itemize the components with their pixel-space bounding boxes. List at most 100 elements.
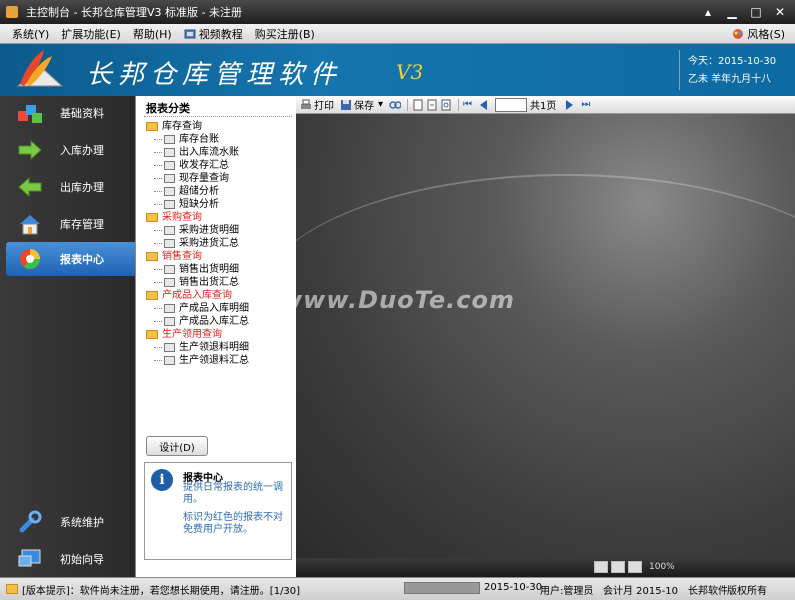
menu-help[interactable]: 帮助(H)	[127, 26, 178, 42]
export-icon[interactable]	[426, 99, 438, 111]
leaf-label: 收发存汇总	[179, 160, 229, 171]
print-button[interactable]: 打印	[300, 97, 334, 112]
prev-page-icon[interactable]	[480, 99, 488, 110]
tree-folder[interactable]: 销售查询	[146, 250, 249, 263]
last-page-icon[interactable]: ⏭	[581, 99, 590, 110]
zoom-icon[interactable]	[440, 99, 452, 111]
folder-icon	[146, 330, 158, 339]
nav-label: 系统维护	[60, 516, 104, 529]
leaf-label: 销售出货汇总	[179, 277, 239, 288]
folder-label: 采购查询	[162, 212, 202, 223]
leaf-label: 生产领退料汇总	[179, 355, 249, 366]
report-icon	[164, 174, 175, 183]
maximize-button[interactable]: □	[745, 3, 767, 21]
tree-leaf[interactable]: 库存台账	[146, 133, 249, 146]
tree-leaf[interactable]: 现存量查询	[146, 172, 249, 185]
tree-leaf[interactable]: 采购进货汇总	[146, 237, 249, 250]
style-menu[interactable]: 风格(S)	[732, 26, 785, 42]
save-button[interactable]: 保存 ▾	[340, 97, 383, 112]
folder-icon	[146, 213, 158, 222]
banner-divider	[679, 50, 680, 90]
fit-width-icon[interactable]	[594, 561, 608, 573]
report-icon	[164, 187, 175, 196]
nav-item-init-wizard[interactable]: 初始向导	[6, 542, 135, 576]
report-icon	[164, 148, 175, 157]
find-icon[interactable]	[389, 99, 402, 111]
menu-video-tutorial[interactable]: 视频教程	[178, 26, 249, 42]
folder-icon	[146, 122, 158, 131]
view-controls: 100%	[594, 561, 675, 573]
single-page-icon[interactable]	[611, 561, 625, 573]
report-icon	[164, 135, 175, 144]
page-number-input[interactable]	[495, 97, 528, 112]
nav-item-inventory[interactable]: 库存管理	[6, 207, 135, 241]
nav-item-basic-data[interactable]: 基础资料	[6, 96, 135, 130]
tree-leaf[interactable]: 采购进货明细	[146, 224, 249, 237]
report-icon	[164, 317, 175, 326]
tree-leaf[interactable]: 生产领退料汇总	[146, 354, 249, 367]
info-box: i 报表中心 提供日常报表的统一调用。 标识为红色的报表不对免费用户开放。	[144, 462, 292, 560]
folder-label: 库存查询	[162, 121, 202, 132]
first-page-icon[interactable]: ⏮	[463, 99, 472, 110]
progress-bar	[404, 582, 480, 594]
menu-extensions[interactable]: 扩展功能(E)	[55, 26, 127, 42]
app-version: V3	[396, 60, 424, 84]
tree-leaf[interactable]: 销售出货明细	[146, 263, 249, 276]
next-page-icon[interactable]	[566, 99, 574, 110]
design-button[interactable]: 设计(D)	[146, 436, 208, 456]
report-panel-header: 报表分类	[146, 102, 190, 115]
leaf-label: 销售出货明细	[179, 264, 239, 275]
leaf-label: 产成品入库明细	[179, 303, 249, 314]
nav-item-system-maintenance[interactable]: 系统维护	[6, 505, 135, 539]
lunar-date: 乙未 羊年九月十八	[688, 74, 772, 85]
app-icon	[6, 6, 18, 18]
folder-label: 销售查询	[162, 251, 202, 262]
tree-leaf[interactable]: 产成品入库汇总	[146, 315, 249, 328]
palette-icon	[733, 29, 744, 39]
book-feather-logo-icon	[16, 50, 64, 87]
tree-leaf[interactable]: 出入库流水账	[146, 146, 249, 159]
tree-folder[interactable]: 产成品入库查询	[146, 289, 249, 302]
restore-down-icon[interactable]: ▴	[697, 3, 719, 21]
leaf-label: 产成品入库汇总	[179, 316, 249, 327]
folder-label: 生产领用查询	[162, 329, 222, 340]
nav-item-inbound[interactable]: 入库办理	[6, 133, 135, 167]
nav-item-report-center[interactable]: 报表中心	[6, 242, 135, 276]
report-viewer	[296, 114, 795, 558]
leaf-label: 出入库流水账	[179, 147, 239, 158]
tree-leaf[interactable]: 收发存汇总	[146, 159, 249, 172]
tree-leaf[interactable]: 短缺分析	[146, 198, 249, 211]
chart-circle-icon	[20, 249, 40, 269]
leaf-label: 超储分析	[179, 186, 219, 197]
nav-label: 出库办理	[60, 181, 104, 194]
tree-leaf[interactable]: 超储分析	[146, 185, 249, 198]
tree-folder[interactable]: 采购查询	[146, 211, 249, 224]
nav-label: 库存管理	[60, 218, 104, 231]
window-controls: ▴ ▁ □ ✕	[697, 3, 791, 21]
report-icon	[164, 343, 175, 352]
folder-icon	[146, 252, 158, 261]
report-tree: 库存查询 库存台账 出入库流水账 收发存汇总 现存量查询 超储分析 短缺分析 采…	[146, 120, 249, 367]
menu-system[interactable]: 系统(Y)	[6, 26, 55, 42]
multi-page-icon[interactable]	[628, 561, 642, 573]
arrow-left-icon	[18, 176, 42, 198]
menu-purchase[interactable]: 购买注册(B)	[249, 26, 321, 42]
leaf-label: 生产领退料明细	[179, 342, 249, 353]
zoom-level: 100%	[649, 562, 675, 572]
leaf-label: 库存台账	[179, 134, 219, 145]
close-button[interactable]: ✕	[769, 3, 791, 21]
version-hint: [版本提示]：软件尚未注册，若您想长期使用，请注册。[1/30]	[22, 585, 301, 597]
tree-leaf[interactable]: 产成品入库明细	[146, 302, 249, 315]
tree-folder[interactable]: 库存查询	[146, 120, 249, 133]
dropdown-arrow-icon[interactable]: ▾	[378, 99, 383, 110]
tree-folder[interactable]: 生产领用查询	[146, 328, 249, 341]
minimize-button[interactable]: ▁	[721, 3, 743, 21]
page-total: 共1页	[530, 101, 557, 112]
nav-item-outbound[interactable]: 出库办理	[6, 170, 135, 204]
page-setup-icon[interactable]	[412, 99, 424, 111]
report-icon	[164, 265, 175, 274]
viewer-toolbar: 打印 保存 ▾ ⏮ 共1页 ⏭	[296, 96, 795, 114]
tree-leaf[interactable]: 销售出货汇总	[146, 276, 249, 289]
tree-leaf[interactable]: 生产领退料明细	[146, 341, 249, 354]
status-rights: 版权所有	[727, 586, 767, 597]
